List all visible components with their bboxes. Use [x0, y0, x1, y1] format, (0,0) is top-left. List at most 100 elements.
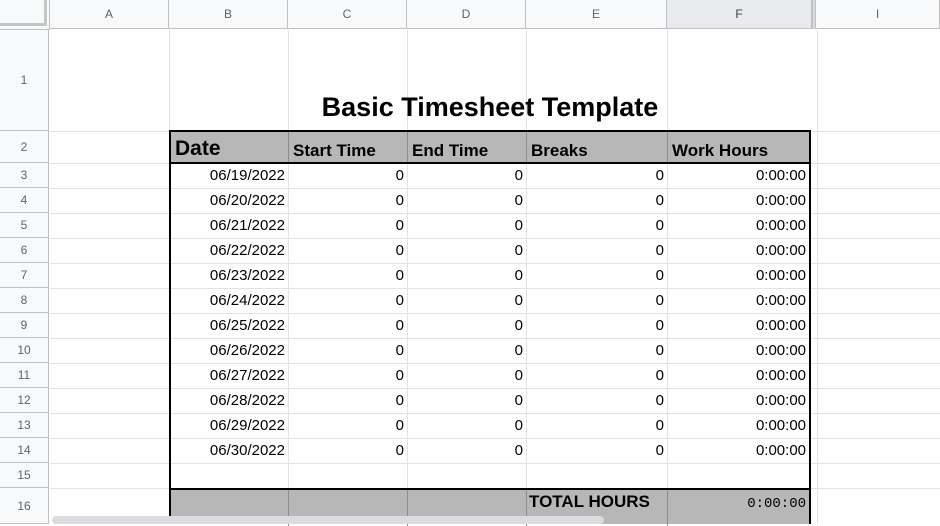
cell-start-time[interactable]: 0 — [288, 438, 407, 463]
cell-work-hours[interactable]: 0:00:00 — [667, 238, 809, 263]
cell-breaks[interactable]: 0 — [526, 288, 667, 313]
cell-start-time[interactable]: 0 — [288, 338, 407, 363]
table-row: 06/25/2022 0 0 0 0:00:00 — [171, 313, 809, 338]
header-work-hours[interactable]: Work Hours — [668, 132, 809, 162]
row-header-4[interactable]: 4 — [0, 188, 49, 213]
row-header-1[interactable]: 1 — [0, 30, 49, 131]
cell-work-hours[interactable]: 0:00:00 — [667, 288, 809, 313]
table-row: 06/26/2022 0 0 0 0:00:00 — [171, 338, 809, 363]
total-hours-value[interactable]: 0:00:00 — [747, 496, 806, 512]
total-divider — [667, 490, 668, 526]
total-hours-label[interactable]: TOTAL HOURS — [529, 492, 650, 512]
cell-date[interactable]: 06/21/2022 — [171, 213, 288, 238]
cell-breaks[interactable]: 0 — [526, 338, 667, 363]
header-start-time[interactable]: Start Time — [289, 132, 407, 162]
row-header-14[interactable]: 14 — [0, 438, 49, 463]
cell-work-hours[interactable]: 0:00:00 — [667, 313, 809, 338]
header-end-time[interactable]: End Time — [408, 132, 526, 162]
cell-work-hours[interactable]: 0:00:00 — [667, 413, 809, 438]
cell-work-hours[interactable]: 0:00:00 — [667, 188, 809, 213]
cell-start-time[interactable]: 0 — [288, 413, 407, 438]
cell-end-time[interactable]: 0 — [407, 163, 526, 188]
cell-work-hours[interactable]: 0:00:00 — [667, 213, 809, 238]
cell-start-time[interactable]: 0 — [288, 213, 407, 238]
cell-date[interactable]: 06/27/2022 — [171, 363, 288, 388]
cell-start-time[interactable]: 0 — [288, 313, 407, 338]
cell-breaks[interactable]: 0 — [526, 238, 667, 263]
row-header-16[interactable]: 16 — [0, 488, 49, 524]
cell-work-hours[interactable]: 0:00:00 — [667, 388, 809, 413]
cell-start-time[interactable]: 0 — [288, 363, 407, 388]
cell-breaks[interactable]: 0 — [526, 188, 667, 213]
sheet-title[interactable]: Basic Timesheet Template — [170, 92, 810, 123]
cell-date[interactable]: 06/22/2022 — [171, 238, 288, 263]
column-header-d[interactable]: D — [407, 0, 526, 29]
horizontal-scrollbar[interactable] — [52, 516, 604, 524]
row-header-13[interactable]: 13 — [0, 413, 49, 438]
cell-breaks[interactable]: 0 — [526, 363, 667, 388]
cell-end-time[interactable]: 0 — [407, 313, 526, 338]
cell-end-time[interactable]: 0 — [407, 438, 526, 463]
column-header-a[interactable]: A — [50, 0, 169, 29]
column-header-i[interactable]: I — [816, 0, 940, 29]
cell-work-hours[interactable]: 0:00:00 — [667, 163, 809, 188]
column-header-e[interactable]: E — [526, 0, 667, 29]
header-date[interactable]: Date — [171, 132, 288, 162]
cell-breaks[interactable]: 0 — [526, 213, 667, 238]
row-header-5[interactable]: 5 — [0, 213, 49, 238]
cell-start-time[interactable]: 0 — [288, 288, 407, 313]
cell-date[interactable]: 06/26/2022 — [171, 338, 288, 363]
cell-end-time[interactable]: 0 — [407, 338, 526, 363]
row-header-2[interactable]: 2 — [0, 131, 49, 163]
cell-end-time[interactable]: 0 — [407, 413, 526, 438]
cell-work-hours[interactable]: 0:00:00 — [667, 438, 809, 463]
cell-work-hours[interactable]: 0:00:00 — [667, 338, 809, 363]
cell-date[interactable]: 06/29/2022 — [171, 413, 288, 438]
cell-breaks[interactable]: 0 — [526, 263, 667, 288]
cell-start-time[interactable]: 0 — [288, 188, 407, 213]
cell-start-time[interactable]: 0 — [288, 238, 407, 263]
header-breaks[interactable]: Breaks — [527, 132, 667, 162]
row-header-15[interactable]: 15 — [0, 463, 49, 488]
column-header-f[interactable]: F — [667, 0, 812, 29]
cell-breaks[interactable]: 0 — [526, 313, 667, 338]
cell-work-hours[interactable]: 0:00:00 — [667, 263, 809, 288]
cell-end-time[interactable]: 0 — [407, 213, 526, 238]
cell-end-time[interactable]: 0 — [407, 363, 526, 388]
cell-date[interactable]: 06/24/2022 — [171, 288, 288, 313]
cell-date[interactable]: 06/19/2022 — [171, 163, 288, 188]
select-all-corner[interactable] — [0, 0, 50, 30]
cell-breaks[interactable]: 0 — [526, 163, 667, 188]
table-row: 06/30/2022 0 0 0 0:00:00 — [171, 438, 809, 463]
row-header-6[interactable]: 6 — [0, 238, 49, 263]
column-freeze-handle[interactable] — [812, 0, 816, 29]
row-header-7[interactable]: 7 — [0, 263, 49, 288]
cell-date[interactable]: 06/23/2022 — [171, 263, 288, 288]
cell-breaks[interactable]: 0 — [526, 413, 667, 438]
row-header-12[interactable]: 12 — [0, 388, 49, 413]
cell-breaks[interactable]: 0 — [526, 388, 667, 413]
cell-breaks[interactable]: 0 — [526, 438, 667, 463]
cell-start-time[interactable]: 0 — [288, 163, 407, 188]
row-header-3[interactable]: 3 — [0, 163, 49, 188]
row-header-10[interactable]: 10 — [0, 338, 49, 363]
cell-end-time[interactable]: 0 — [407, 388, 526, 413]
row-header-8[interactable]: 8 — [0, 288, 49, 313]
cell-end-time[interactable]: 0 — [407, 288, 526, 313]
column-header-b[interactable]: B — [169, 0, 288, 29]
cell-work-hours[interactable]: 0:00:00 — [667, 363, 809, 388]
table-row: 06/19/2022 0 0 0 0:00:00 — [171, 163, 809, 188]
cell-date[interactable]: 06/28/2022 — [171, 388, 288, 413]
row-header-9[interactable]: 9 — [0, 313, 49, 338]
cell-start-time[interactable]: 0 — [288, 263, 407, 288]
cell-start-time[interactable]: 0 — [288, 388, 407, 413]
column-header-c[interactable]: C — [288, 0, 407, 29]
cell-date[interactable]: 06/25/2022 — [171, 313, 288, 338]
cell-date[interactable]: 06/30/2022 — [171, 438, 288, 463]
table-row: 06/27/2022 0 0 0 0:00:00 — [171, 363, 809, 388]
cell-date[interactable]: 06/20/2022 — [171, 188, 288, 213]
cell-end-time[interactable]: 0 — [407, 238, 526, 263]
cell-end-time[interactable]: 0 — [407, 188, 526, 213]
cell-end-time[interactable]: 0 — [407, 263, 526, 288]
row-header-11[interactable]: 11 — [0, 363, 49, 388]
